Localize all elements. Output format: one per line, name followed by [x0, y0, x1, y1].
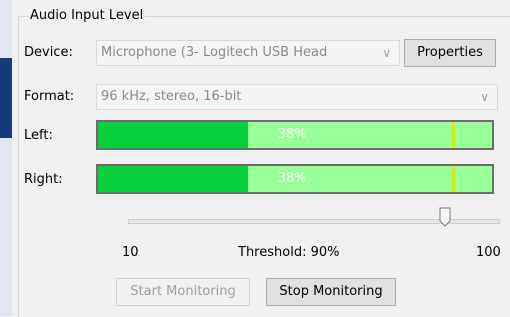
- background-window-accent: [0, 58, 12, 138]
- right-level-fill: [98, 166, 248, 192]
- right-level-meter: 38%: [96, 164, 494, 194]
- format-select[interactable]: 96 kHz, stereo, 16-bit ∨: [96, 84, 498, 110]
- left-level-fill: [98, 122, 248, 148]
- properties-button[interactable]: Properties: [404, 39, 496, 67]
- threshold-max-label: 100: [476, 245, 501, 260]
- left-peak-marker: [451, 122, 455, 148]
- group-title: Audio Input Level: [28, 7, 146, 25]
- threshold-slider-thumb[interactable]: [439, 207, 451, 227]
- audio-input-panel: Audio Input Level Device: Microphone (3-…: [12, 0, 510, 317]
- device-select-value: Microphone (3- Logitech USB Head: [101, 45, 328, 60]
- format-select-value: 96 kHz, stereo, 16-bit: [101, 89, 242, 104]
- threshold-min-label: 10: [122, 245, 139, 260]
- right-peak-marker: [451, 166, 455, 192]
- stop-monitoring-button[interactable]: Stop Monitoring: [266, 278, 396, 306]
- left-level-percent: 38%: [277, 127, 307, 142]
- device-label: Device:: [24, 45, 73, 60]
- chevron-down-icon: ∨: [480, 90, 489, 104]
- start-monitoring-button[interactable]: Start Monitoring: [116, 278, 250, 306]
- device-select[interactable]: Microphone (3- Logitech USB Head ∨: [96, 40, 400, 66]
- background-window-edge: [0, 0, 12, 316]
- format-label: Format:: [24, 89, 75, 104]
- left-level-meter: 38%: [96, 120, 494, 150]
- chevron-down-icon: ∨: [382, 46, 391, 60]
- left-channel-label: Left:: [24, 128, 53, 143]
- right-level-percent: 38%: [277, 171, 307, 186]
- threshold-value-label: Threshold: 90%: [238, 245, 340, 260]
- right-channel-label: Right:: [24, 172, 63, 187]
